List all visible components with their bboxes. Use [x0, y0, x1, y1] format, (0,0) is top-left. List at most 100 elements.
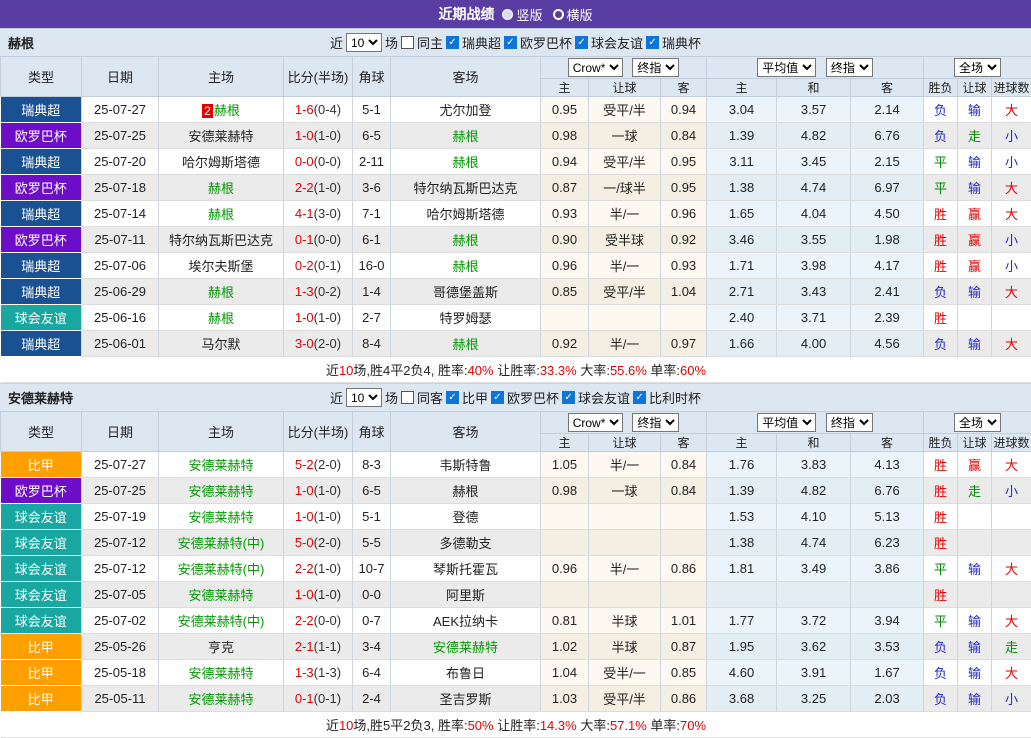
away-team[interactable]: 哥德堡盖斯 — [391, 279, 541, 305]
away-team-name[interactable]: AEK拉纳卡 — [433, 614, 498, 629]
away-team[interactable]: 赫根 — [391, 253, 541, 279]
home-team[interactable]: 亨克 — [159, 634, 284, 660]
league-checkbox[interactable]: ✓ — [504, 36, 517, 49]
home-team[interactable]: 马尔默 — [159, 331, 284, 357]
home-team[interactable]: 安德莱赫特 — [159, 478, 284, 504]
home-team[interactable]: 安德莱赫特 — [159, 504, 284, 530]
final-odds-select-2[interactable]: 终指 — [826, 58, 873, 77]
odds-provider-select[interactable]: Crow* — [568, 58, 623, 77]
radio-selected-icon[interactable] — [502, 9, 513, 20]
home-team-name[interactable]: 哈尔姆斯塔德 — [182, 155, 260, 170]
away-team[interactable]: 多德勒支 — [391, 530, 541, 556]
away-team-name[interactable]: 赫根 — [452, 337, 478, 352]
away-team-name[interactable]: 特罗姆瑟 — [439, 311, 491, 326]
league-checkbox[interactable]: ✓ — [562, 391, 575, 404]
away-team[interactable]: AEK拉纳卡 — [391, 608, 541, 634]
league-checkbox[interactable]: ✓ — [446, 36, 459, 49]
home-team[interactable]: 赫根 — [159, 305, 284, 331]
average-select[interactable]: 平均值 — [757, 58, 816, 77]
home-team-name[interactable]: 特尔纳瓦斯巴达克 — [169, 233, 273, 248]
away-team-name[interactable]: 赫根 — [452, 129, 478, 144]
home-team[interactable]: 赫根 — [159, 175, 284, 201]
home-team[interactable]: 安德莱赫特(中) — [159, 530, 284, 556]
radio-vertical[interactable]: 竖版 — [502, 5, 542, 24]
final-odds-select[interactable]: 终指 — [632, 413, 679, 432]
away-team-name[interactable]: 特尔纳瓦斯巴达克 — [413, 181, 517, 196]
home-team-name[interactable]: 赫根 — [208, 311, 234, 326]
away-team-name[interactable]: 赫根 — [452, 155, 478, 170]
away-team-name[interactable]: 登德 — [452, 510, 478, 525]
home-team[interactable]: 安德莱赫特 — [159, 452, 284, 478]
home-team-name[interactable]: 安德莱赫特 — [188, 458, 253, 473]
home-team[interactable]: 2赫根 — [159, 97, 284, 123]
home-team-name[interactable]: 赫根 — [214, 103, 240, 118]
home-team-name[interactable]: 赫根 — [208, 207, 234, 222]
radio-horizontal[interactable]: 横版 — [553, 5, 593, 24]
home-team-name[interactable]: 马尔默 — [201, 337, 240, 352]
odds-provider-select[interactable]: Crow* — [568, 413, 623, 432]
away-team[interactable]: 韦斯特鲁 — [391, 452, 541, 478]
league-checkbox[interactable]: ✓ — [646, 36, 659, 49]
away-team-name[interactable]: 安德莱赫特 — [433, 640, 498, 655]
home-team[interactable]: 安德莱赫特(中) — [159, 608, 284, 634]
home-team-name[interactable]: 赫根 — [208, 285, 234, 300]
home-team[interactable]: 赫根 — [159, 201, 284, 227]
away-team-name[interactable]: 赫根 — [452, 233, 478, 248]
away-team-name[interactable]: 多德勒支 — [439, 536, 491, 551]
away-team[interactable]: 赫根 — [391, 478, 541, 504]
home-team-name[interactable]: 赫根 — [208, 181, 234, 196]
home-team-name[interactable]: 埃尔夫斯堡 — [188, 259, 253, 274]
radio-unselected-icon[interactable] — [553, 9, 564, 20]
fulltime-select[interactable]: 全场 — [954, 413, 1001, 432]
away-team[interactable]: 赫根 — [391, 227, 541, 253]
recent-count-select[interactable]: 10 — [346, 33, 382, 52]
league-checkbox[interactable]: ✓ — [446, 391, 459, 404]
away-team[interactable]: 圣吉罗斯 — [391, 686, 541, 712]
away-team[interactable]: 哈尔姆斯塔德 — [391, 201, 541, 227]
league-checkbox[interactable]: ✓ — [633, 391, 646, 404]
home-team[interactable]: 安德莱赫特 — [159, 582, 284, 608]
home-team-name[interactable]: 亨克 — [208, 640, 234, 655]
average-select[interactable]: 平均值 — [757, 413, 816, 432]
away-team-name[interactable]: 布鲁日 — [446, 666, 485, 681]
home-team-name[interactable]: 安德莱赫特 — [188, 588, 253, 603]
home-team[interactable]: 安德莱赫特 — [159, 123, 284, 149]
away-team-name[interactable]: 琴斯托霍瓦 — [433, 562, 498, 577]
home-team-name[interactable]: 安德莱赫特 — [188, 484, 253, 499]
home-team-name[interactable]: 安德莱赫特 — [188, 510, 253, 525]
away-team[interactable]: 安德莱赫特 — [391, 634, 541, 660]
same-venue-checkbox[interactable] — [401, 36, 414, 49]
away-team-name[interactable]: 韦斯特鲁 — [439, 458, 491, 473]
home-team[interactable]: 特尔纳瓦斯巴达克 — [159, 227, 284, 253]
home-team[interactable]: 埃尔夫斯堡 — [159, 253, 284, 279]
fulltime-select[interactable]: 全场 — [954, 58, 1001, 77]
away-team-name[interactable]: 哈尔姆斯塔德 — [426, 207, 504, 222]
away-team-name[interactable]: 阿里斯 — [446, 588, 485, 603]
away-team[interactable]: 阿里斯 — [391, 582, 541, 608]
away-team[interactable]: 尤尔加登 — [391, 97, 541, 123]
away-team[interactable]: 赫根 — [391, 331, 541, 357]
away-team[interactable]: 登德 — [391, 504, 541, 530]
home-team-name[interactable]: 安德莱赫特 — [188, 666, 253, 681]
home-team[interactable]: 安德莱赫特 — [159, 660, 284, 686]
home-team-name[interactable]: 安德莱赫特 — [188, 129, 253, 144]
away-team-name[interactable]: 赫根 — [452, 259, 478, 274]
away-team[interactable]: 赫根 — [391, 123, 541, 149]
same-venue-checkbox[interactable] — [401, 391, 414, 404]
league-checkbox[interactable]: ✓ — [491, 391, 504, 404]
home-team[interactable]: 哈尔姆斯塔德 — [159, 149, 284, 175]
home-team-name[interactable]: 安德莱赫特(中) — [178, 614, 265, 629]
away-team[interactable]: 琴斯托霍瓦 — [391, 556, 541, 582]
away-team-name[interactable]: 圣吉罗斯 — [439, 692, 491, 707]
away-team[interactable]: 特尔纳瓦斯巴达克 — [391, 175, 541, 201]
home-team-name[interactable]: 安德莱赫特(中) — [178, 536, 265, 551]
away-team[interactable]: 布鲁日 — [391, 660, 541, 686]
recent-count-select[interactable]: 10 — [346, 388, 382, 407]
away-team-name[interactable]: 哥德堡盖斯 — [433, 285, 498, 300]
final-odds-select-2[interactable]: 终指 — [826, 413, 873, 432]
away-team[interactable]: 特罗姆瑟 — [391, 305, 541, 331]
away-team-name[interactable]: 尤尔加登 — [439, 103, 491, 118]
home-team-name[interactable]: 安德莱赫特 — [188, 692, 253, 707]
away-team-name[interactable]: 赫根 — [452, 484, 478, 499]
home-team[interactable]: 安德莱赫特 — [159, 686, 284, 712]
